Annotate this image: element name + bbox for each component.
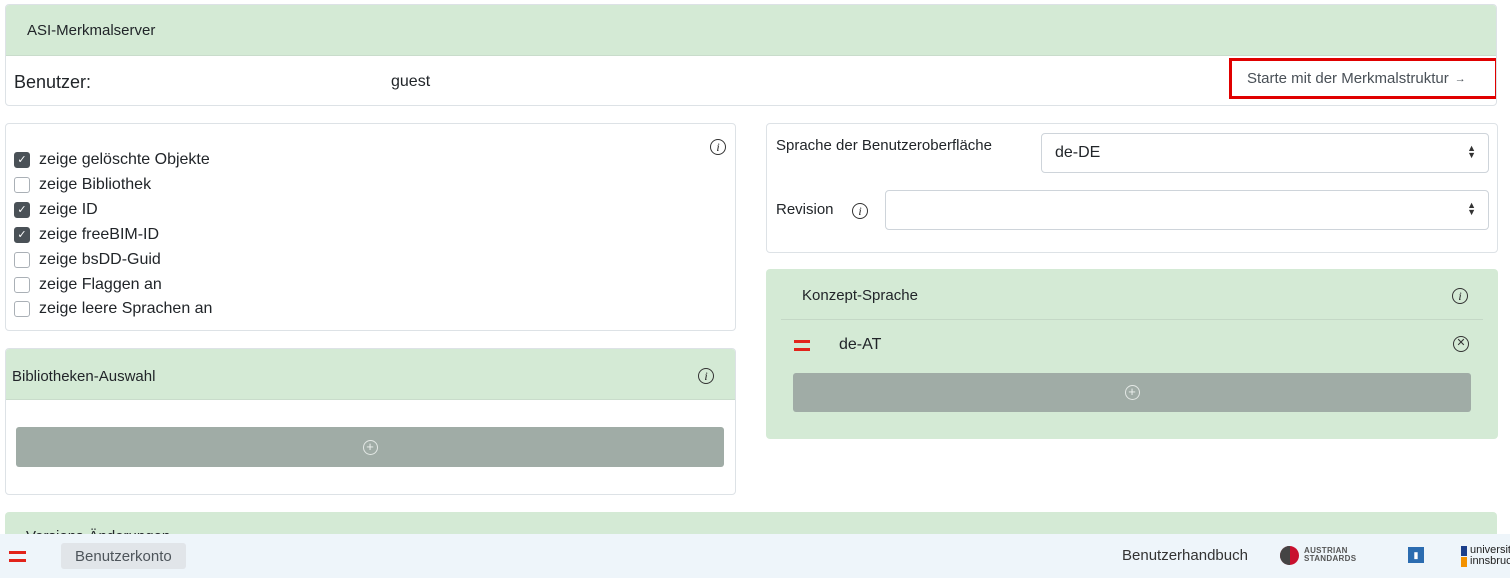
ui-language-value: de-DE — [1055, 144, 1101, 161]
partner-logo[interactable]: ▮ — [1408, 547, 1424, 563]
close-circle-icon[interactable]: ✕ — [1453, 336, 1469, 352]
ui-language-label: Sprache der Benutzeroberfläche — [776, 137, 992, 154]
display-options-card: i ✓ zeige gelöschte Objekte zeige Biblio… — [5, 123, 736, 331]
austria-flag-icon[interactable] — [9, 551, 26, 562]
info-icon[interactable]: i — [698, 368, 714, 384]
footer-bar: Benutzerkonto Benutzerhandbuch AUSTRIAN S… — [0, 534, 1510, 578]
checkbox-label: zeige gelöschte Objekte — [39, 151, 210, 168]
info-icon[interactable]: i — [1452, 288, 1468, 304]
app-title: ASI-Merkmalserver — [27, 22, 156, 39]
ui-language-select[interactable]: de-DE ▲ ▼ — [1041, 133, 1489, 173]
concept-language-code: de-AT — [839, 336, 882, 353]
checkbox-show-freebim-id[interactable]: ✓ zeige freeBIM-ID — [14, 225, 159, 245]
user-label: Benutzer: — [14, 72, 92, 92]
start-merkmalstruktur-link[interactable]: Starte mit der Merkmalstruktur → — [1229, 58, 1496, 99]
add-concept-language-button[interactable]: + — [793, 373, 1471, 412]
checkbox-label: zeige bsDD-Guid — [39, 251, 161, 268]
account-button[interactable]: Benutzerkonto — [61, 543, 186, 569]
library-title: Bibliotheken-Auswahl — [12, 368, 156, 385]
checkbox-unchecked-icon[interactable] — [14, 252, 30, 268]
user-card: ASI-Merkmalserver Benutzer: guest Starte… — [5, 4, 1497, 106]
plus-circle-icon: + — [1124, 385, 1140, 400]
checkbox-show-library[interactable]: zeige Bibliothek — [14, 175, 151, 195]
checkbox-show-deleted[interactable]: ✓ zeige gelöschte Objekte — [14, 150, 210, 170]
revision-select[interactable]: ▲ ▼ — [885, 190, 1489, 230]
select-arrows-icon: ▲ ▼ — [1467, 200, 1476, 217]
app-header: ASI-Merkmalserver — [6, 5, 1496, 56]
checkbox-label: zeige ID — [39, 201, 98, 218]
settings-card: Sprache der Benutzeroberfläche de-DE ▲ ▼ … — [766, 123, 1498, 253]
concept-language-card: Konzept-Sprache i de-AT ✕ + — [766, 269, 1498, 439]
checkbox-label: zeige Bibliothek — [39, 176, 152, 193]
add-library-button[interactable]: + — [16, 427, 724, 467]
checkbox-unchecked-icon[interactable] — [14, 177, 30, 193]
university-wordmark: universitätinnsbruck — [1470, 544, 1510, 567]
arrow-right-icon: → — [1454, 72, 1466, 85]
info-icon[interactable]: i — [852, 203, 868, 219]
austrian-standards-logo[interactable]: AUSTRIAN STANDARDS — [1280, 544, 1380, 566]
checkbox-checked-icon[interactable]: ✓ — [14, 152, 30, 168]
select-arrows-icon: ▲ ▼ — [1467, 143, 1476, 160]
user-value: guest — [391, 73, 431, 90]
checkbox-unchecked-icon[interactable] — [14, 277, 30, 293]
logo-bar-orange — [1461, 557, 1467, 567]
checkbox-label: zeige freeBIM-ID — [39, 226, 160, 243]
austria-flag-icon — [794, 340, 810, 351]
library-selection-card: Bibliotheken-Auswahl i + — [5, 348, 736, 495]
checkbox-checked-icon[interactable]: ✓ — [14, 202, 30, 218]
library-header: Bibliotheken-Auswahl i — [6, 349, 735, 400]
plus-circle-icon: + — [362, 439, 378, 455]
austrian-standards-wordmark: AUSTRIAN STANDARDS — [1304, 546, 1357, 563]
user-manual-link[interactable]: Benutzerhandbuch — [1122, 547, 1248, 564]
checkbox-show-bsdd-guid[interactable]: zeige bsDD-Guid — [14, 250, 161, 270]
university-innsbruck-logo[interactable]: universitätinnsbruck — [1461, 544, 1510, 570]
checkbox-label: zeige leere Sprachen an — [39, 300, 213, 317]
logo-bar-blue — [1461, 546, 1467, 556]
checkbox-unchecked-icon[interactable] — [14, 301, 30, 317]
divider — [781, 319, 1483, 320]
checkbox-label: zeige Flaggen an — [39, 276, 162, 293]
checkbox-show-flags[interactable]: zeige Flaggen an — [14, 275, 162, 295]
austrian-standards-mark-icon — [1280, 546, 1299, 565]
start-link-label: Starte mit der Merkmalstruktur — [1247, 70, 1449, 87]
revision-label: Revision — [776, 201, 834, 218]
checkbox-show-id[interactable]: ✓ zeige ID — [14, 200, 98, 220]
concept-language-title: Konzept-Sprache — [802, 287, 918, 304]
info-icon[interactable]: i — [710, 139, 726, 155]
checkbox-checked-icon[interactable]: ✓ — [14, 227, 30, 243]
checkbox-show-empty-languages[interactable]: zeige leere Sprachen an — [14, 299, 212, 319]
